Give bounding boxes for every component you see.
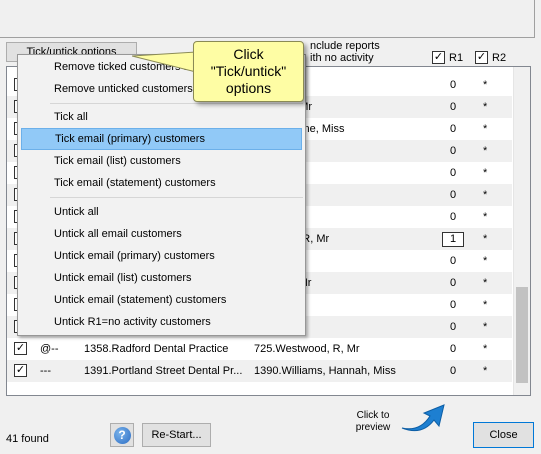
top-panel — [0, 0, 535, 38]
include-reports-line2: ith no activity — [310, 52, 374, 64]
row-checkbox[interactable]: ✓ — [14, 364, 27, 377]
row-r2-value: * — [483, 123, 488, 135]
row-r2-value: * — [483, 321, 488, 333]
row-r1-value: 0 — [449, 79, 457, 91]
row-contact: 1390.Williams, Hannah, Miss — [254, 365, 396, 377]
row-r2-value: * — [483, 233, 488, 245]
row-r1-value: 0 — [449, 123, 457, 135]
restart-button[interactable]: Re-Start... — [142, 423, 211, 447]
row-r1-value: 0 — [449, 145, 457, 157]
menu-separator — [50, 197, 303, 198]
row-r2-value: * — [483, 255, 488, 267]
row-r2-value: * — [483, 101, 488, 113]
row-channel: @-- — [40, 343, 59, 355]
row-r1-value: 0 — [449, 167, 457, 179]
row-contact: 725.Westwood, R, Mr — [254, 343, 360, 355]
checkbox-check-icon: ✓ — [432, 51, 445, 64]
r1-label: R1 — [449, 51, 464, 64]
menu-item[interactable]: Untick all — [21, 201, 302, 223]
row-channel: --- — [40, 365, 51, 377]
row-checkbox[interactable]: ✓ — [14, 342, 27, 355]
callout-pointer — [132, 51, 197, 73]
menu-item[interactable]: Tick email (primary) customers — [21, 128, 302, 150]
row-organisation: 1358.Radford Dental Practice — [84, 343, 229, 355]
menu-item[interactable]: Untick R1=no activity customers — [21, 311, 302, 333]
row-r2-value: * — [483, 365, 488, 377]
menu-item[interactable]: Tick all — [21, 106, 302, 128]
row-r2-value: * — [483, 343, 488, 355]
callout-line2: "Tick/untick" — [210, 63, 287, 79]
menu-item[interactable]: Tick email (statement) customers — [21, 172, 302, 194]
close-button[interactable]: Close — [473, 422, 534, 448]
row-r1-value[interactable]: 1 — [442, 232, 464, 247]
help-button[interactable]: ? — [110, 423, 134, 447]
menu-item[interactable]: Untick email (list) customers — [21, 267, 302, 289]
row-r2-value: * — [483, 145, 488, 157]
row-r1-value: 0 — [449, 299, 457, 311]
r1-filter-checkbox[interactable]: ✓ R1 — [432, 51, 463, 64]
callout-line3: options — [225, 80, 272, 96]
checkbox-check-icon: ✓ — [475, 51, 488, 64]
preview-hint-line2: preview — [355, 422, 391, 433]
tip-callout: Click "Tick/untick" options — [193, 41, 304, 102]
callout-line1: Click — [233, 46, 264, 62]
r2-label: R2 — [492, 51, 507, 64]
preview-hint-line1: Click to — [356, 410, 390, 421]
row-r2-value: * — [483, 277, 488, 289]
row-r1-value: 0 — [449, 255, 457, 267]
row-r1-value: 0 — [449, 277, 457, 289]
scrollbar-thumb[interactable] — [516, 287, 528, 383]
row-r1-value: 0 — [449, 189, 457, 201]
r2-filter-checkbox[interactable]: ✓ R2 — [475, 51, 506, 64]
row-r2-value: * — [483, 211, 488, 223]
row-r1-value: 0 — [449, 101, 457, 113]
row-r1-value: 0 — [449, 321, 457, 333]
found-count: 41 found — [6, 433, 49, 445]
row-r2-value: * — [483, 167, 488, 179]
curved-arrow-icon — [401, 404, 445, 432]
row-r2-value: * — [483, 79, 488, 91]
table-row[interactable]: ✓ --- 1391.Portland Street Dental Pr... 139… — [7, 360, 512, 382]
row-r2-value: * — [483, 189, 488, 201]
menu-item[interactable]: Untick email (primary) customers — [21, 245, 302, 267]
click-to-preview-hint: Click to preview — [350, 410, 396, 434]
row-r1-value: 0 — [449, 211, 457, 223]
row-organisation: 1391.Portland Street Dental Pr... — [84, 365, 243, 377]
vertical-scrollbar[interactable] — [513, 67, 530, 395]
row-r1-value: 0 — [449, 365, 457, 377]
include-reports-label: nclude reports ith no activity — [310, 40, 380, 64]
row-r2-value: * — [483, 299, 488, 311]
help-icon: ? — [113, 426, 131, 444]
table-row[interactable]: ✓ @-- 1358.Radford Dental Practice 725.West… — [7, 338, 512, 360]
menu-item[interactable]: Untick email (statement) customers — [21, 289, 302, 311]
row-r1-value: 0 — [449, 343, 457, 355]
include-reports-line1: nclude reports — [310, 40, 380, 52]
menu-separator — [50, 103, 303, 104]
menu-item[interactable]: Tick email (list) customers — [21, 150, 302, 172]
menu-item[interactable]: Untick all email customers — [21, 223, 302, 245]
